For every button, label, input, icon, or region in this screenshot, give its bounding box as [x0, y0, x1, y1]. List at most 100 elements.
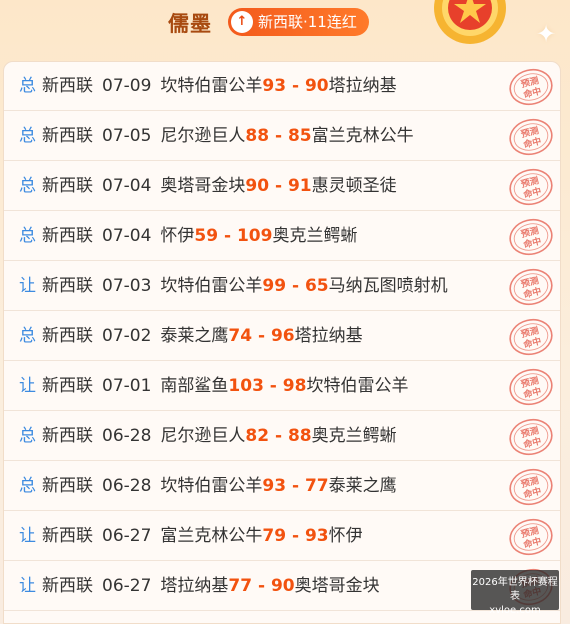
away-team: 坎特伯雷公羊 — [306, 376, 409, 396]
match-score: 79 - 93 — [262, 526, 329, 546]
play-type-tag: 让 — [19, 576, 36, 596]
home-team: 奥塔哥金块 — [160, 176, 246, 196]
prediction-text: 总新西联 06-28 尼尔逊巨人82 - 88奥克兰鳄蜥 — [19, 412, 397, 460]
league-name: 新西联 — [42, 126, 93, 146]
home-team: 南部鲨鱼 — [160, 376, 229, 396]
play-type-tag: 总 — [19, 226, 36, 246]
hit-stamp-icon: 预测命中 — [509, 168, 553, 206]
match-date: 07-03 — [102, 276, 152, 296]
prediction-text: 总新西联 07-02 泰莱之鹰74 - 96塔拉纳基 — [19, 312, 363, 360]
prediction-text: 让新西联 07-01 南部鲨鱼103 - 98坎特伯雷公羊 — [19, 362, 408, 410]
away-team: 塔拉纳基 — [294, 326, 363, 346]
expert-header: 儒墨 ↑ 新西联·11连红 ✦ — [0, 0, 570, 52]
league-name: 新西联 — [42, 176, 93, 196]
away-team: 泰莱之鹰 — [328, 476, 397, 496]
league-name: 新西联 — [42, 276, 93, 296]
prediction-text: 总新西联 07-09 坎特伯雷公羊93 - 90塔拉纳基 — [19, 62, 397, 110]
hit-stamp-icon: 预测命中 — [509, 318, 553, 356]
prediction-text: 让新西联 06-27 塔拉纳基77 - 90奥塔哥金块 — [19, 562, 380, 610]
away-team: 奥克兰鳄蜥 — [311, 426, 397, 446]
league-name: 新西联 — [42, 526, 93, 546]
away-team: 奥克兰鳄蜥 — [272, 226, 358, 246]
hit-stamp-icon: 预测命中 — [509, 368, 553, 406]
match-score: 88 - 85 — [245, 126, 312, 146]
match-date: 06-27 — [102, 526, 152, 546]
play-type-tag: 总 — [19, 176, 36, 196]
away-team: 塔拉纳基 — [328, 76, 397, 96]
prediction-text: 总新西联 07-04 怀伊59 - 109奥克兰鳄蜥 — [19, 212, 357, 260]
home-team: 富兰克林公牛 — [160, 526, 263, 546]
prediction-row[interactable]: 总新西联 07-04 奥塔哥金块90 - 91惠灵顿圣徒 预测 命中 — [4, 162, 560, 211]
away-team: 富兰克林公牛 — [311, 126, 414, 146]
prediction-row[interactable]: 让新西联 07-01 南部鲨鱼103 - 98坎特伯雷公羊 预测 命中 — [4, 362, 560, 411]
prediction-text: 让新西联 07-03 坎特伯雷公羊99 - 65马纳瓦图喷射机 — [19, 262, 448, 310]
away-team: 马纳瓦图喷射机 — [328, 276, 448, 296]
league-name: 新西联 — [42, 576, 93, 596]
watermark-line2: xvloe.com — [489, 605, 541, 616]
play-type-tag: 让 — [19, 276, 36, 296]
match-date: 06-28 — [102, 426, 152, 446]
match-date: 07-05 — [102, 126, 152, 146]
prediction-row[interactable]: 总新西联 07-04 怀伊59 - 109奥克兰鳄蜥 预测 命中 — [4, 212, 560, 261]
prediction-text: 总新西联 06-28 坎特伯雷公羊93 - 77泰莱之鹰 — [19, 462, 397, 510]
hit-stamp-icon: 预测命中 — [509, 218, 553, 256]
match-date: 07-04 — [102, 176, 152, 196]
match-score: 59 - 109 — [194, 226, 273, 246]
prediction-row[interactable]: 总新西联 07-02 泰莱之鹰74 - 96塔拉纳基 预测 命中 — [4, 312, 560, 361]
play-type-tag: 总 — [19, 326, 36, 346]
match-score: 90 - 91 — [245, 176, 312, 196]
prediction-row[interactable]: 总新西联 07-09 坎特伯雷公羊93 - 90塔拉纳基 预测 命中 — [4, 62, 560, 111]
hit-stamp-icon: 预测命中 — [509, 468, 553, 506]
hit-stamp-icon: 预测命中 — [509, 118, 553, 156]
prediction-row[interactable]: 总新西联 06-28 尼尔逊巨人82 - 88奥克兰鳄蜥 预测 命中 — [4, 412, 560, 461]
prediction-text: 总新西联 07-04 奥塔哥金块90 - 91惠灵顿圣徒 — [19, 162, 397, 210]
expert-name: 儒墨 — [168, 12, 212, 36]
league-name: 新西联 — [42, 226, 93, 246]
home-team: 尼尔逊巨人 — [160, 426, 246, 446]
match-score: 93 - 90 — [262, 76, 329, 96]
hit-stamp-icon: 预测命中 — [509, 518, 553, 556]
home-team: 坎特伯雷公羊 — [160, 76, 263, 96]
home-team: 尼尔逊巨人 — [160, 126, 246, 146]
prediction-row[interactable]: 让新西联 06-27 富兰克林公牛79 - 93怀伊 预测 命中 — [4, 512, 560, 561]
medal-icon — [434, 0, 506, 44]
play-type-tag: 让 — [19, 526, 36, 546]
hit-stamp-icon: 预测命中 — [509, 68, 553, 106]
watermark-line1: 2026年世界杯赛程表 — [472, 577, 558, 602]
match-score: 99 - 65 — [262, 276, 329, 296]
match-score: 103 - 98 — [228, 376, 307, 396]
hit-stamp-icon: 预测命中 — [509, 418, 553, 456]
league-name: 新西联 — [42, 476, 93, 496]
home-team: 泰莱之鹰 — [160, 326, 229, 346]
match-date: 07-01 — [102, 376, 152, 396]
play-type-tag: 让 — [19, 376, 36, 396]
league-name: 新西联 — [42, 76, 93, 96]
play-type-tag: 总 — [19, 126, 36, 146]
prediction-text: 总新西联 07-05 尼尔逊巨人88 - 85富兰克林公牛 — [19, 112, 414, 160]
streak-label: 新西联·11连红 — [258, 13, 357, 31]
match-date: 06-28 — [102, 476, 152, 496]
home-team: 坎特伯雷公羊 — [160, 276, 263, 296]
match-score: 93 - 77 — [262, 476, 329, 496]
away-team: 怀伊 — [328, 526, 363, 546]
away-team: 惠灵顿圣徒 — [311, 176, 397, 196]
streak-badge: ↑ 新西联·11连红 — [228, 8, 369, 36]
league-name: 新西联 — [42, 376, 93, 396]
play-type-tag: 总 — [19, 426, 36, 446]
play-type-tag: 总 — [19, 76, 36, 96]
home-team: 坎特伯雷公羊 — [160, 476, 263, 496]
match-score: 77 - 90 — [228, 576, 295, 596]
away-team: 奥塔哥金块 — [294, 576, 380, 596]
match-score: 82 - 88 — [245, 426, 312, 446]
match-score: 74 - 96 — [228, 326, 295, 346]
prediction-row[interactable]: 总新西联 07-05 尼尔逊巨人88 - 85富兰克林公牛 预测 命中 — [4, 112, 560, 161]
prediction-row[interactable]: 让新西联 07-03 坎特伯雷公羊99 - 65马纳瓦图喷射机 预测 命中 — [4, 262, 560, 311]
home-team: 塔拉纳基 — [160, 576, 229, 596]
prediction-list: 总新西联 07-09 坎特伯雷公羊93 - 90塔拉纳基 预测 命中总新西联 07-05 尼… — [3, 61, 561, 624]
match-date: 06-27 — [102, 576, 152, 596]
match-date: 07-04 — [102, 226, 152, 246]
home-team: 怀伊 — [160, 226, 195, 246]
arrow-up-icon: ↑ — [231, 11, 253, 33]
prediction-row[interactable]: 总新西联 06-28 坎特伯雷公羊93 - 77泰莱之鹰 预测 命中 — [4, 462, 560, 511]
league-name: 新西联 — [42, 326, 93, 346]
